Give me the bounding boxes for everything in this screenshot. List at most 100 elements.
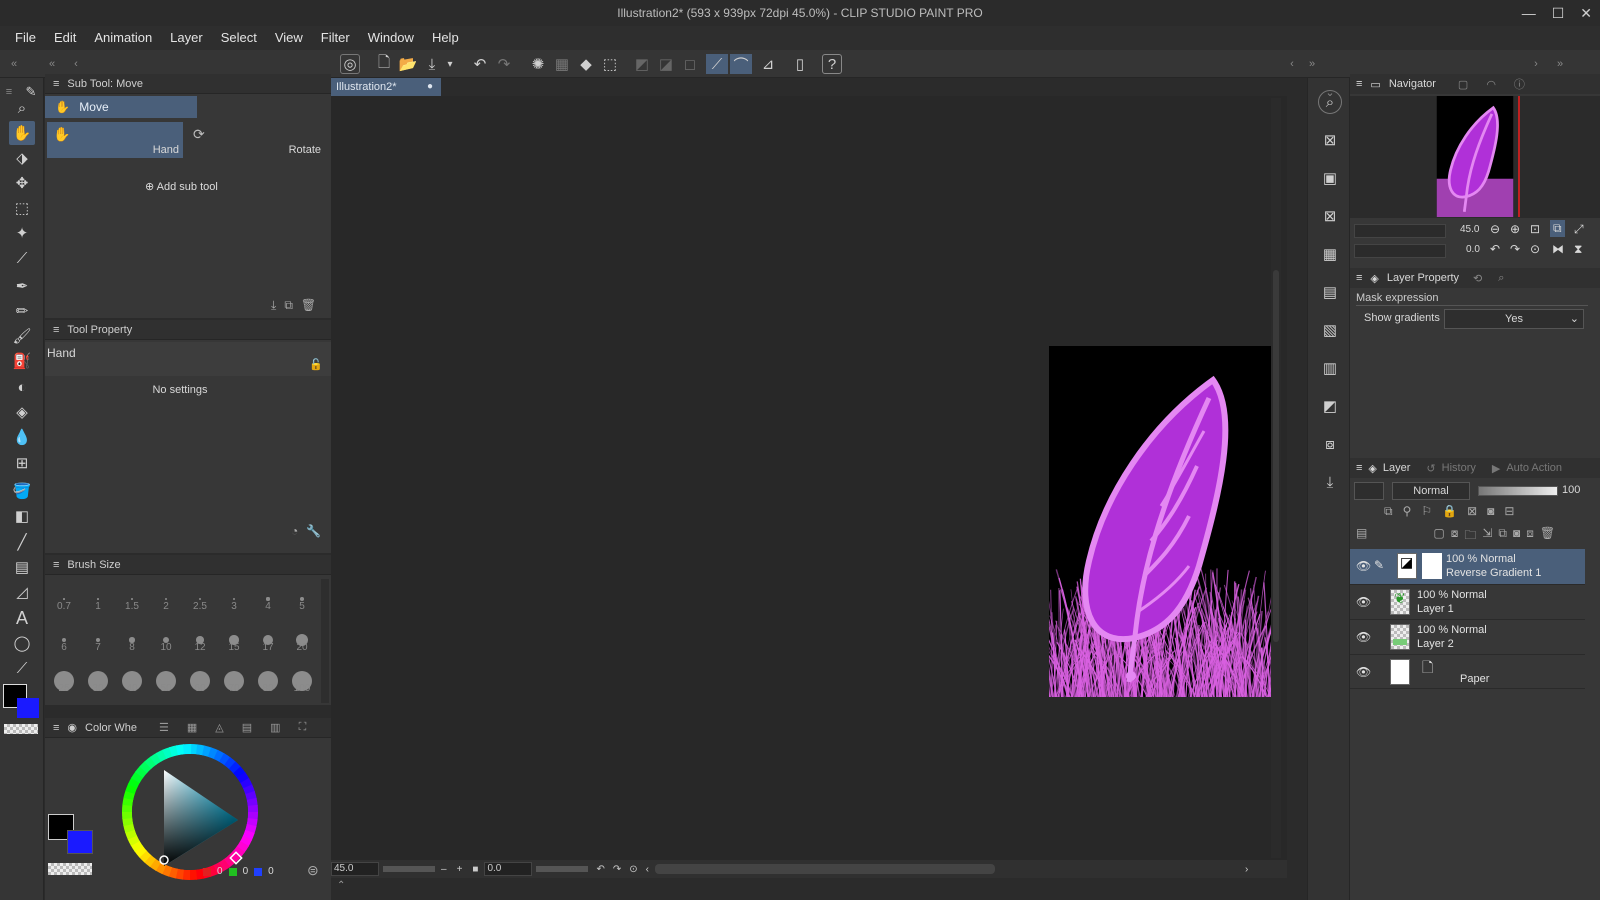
layer-tab-icon[interactable]: ◈: [1368, 462, 1376, 475]
frame-tool-icon[interactable]: ▤: [9, 555, 35, 579]
panel-menu-icon[interactable]: ≡: [53, 559, 59, 571]
decoration-tool-icon[interactable]: ◐: [9, 375, 35, 399]
navigator-title[interactable]: Navigator: [1389, 78, 1436, 90]
navigator-tab-icon[interactable]: ▭: [1370, 78, 1380, 91]
line-tool-icon[interactable]: ╱: [9, 530, 35, 554]
move-layer-tool-icon[interactable]: ✥: [9, 171, 35, 195]
sub-tool-rotate[interactable]: ⟳ Rotate: [187, 122, 327, 158]
navigator-panel-icon[interactable]: ⌕: [1318, 90, 1342, 114]
color-slider-tab-icon[interactable]: ▥: [270, 721, 280, 734]
layer-search-tab-icon[interactable]: ⟲: [1473, 272, 1482, 285]
brush-size-dot[interactable]: [97, 598, 99, 600]
zoom-out-icon[interactable]: –: [441, 864, 447, 875]
edit-pen-icon[interactable]: ✎: [1374, 558, 1384, 572]
auto-action-tab[interactable]: Auto Action: [1506, 462, 1562, 474]
panel-menu-icon[interactable]: ≡: [53, 324, 59, 336]
color-wheel[interactable]: [120, 742, 260, 882]
menu-file[interactable]: File: [6, 26, 45, 50]
flip-horizontal-icon[interactable]: ⧓: [1552, 242, 1564, 256]
layer-row-layer1[interactable]: 👁 ❦ 100 % Normal Layer 1: [1350, 584, 1585, 619]
scroll-right-icon[interactable]: ›: [1245, 864, 1248, 875]
angle-field[interactable]: 0.0: [484, 862, 533, 876]
material-manga-icon[interactable]: ▧: [1318, 318, 1342, 342]
canvas-vertical-scrollbar[interactable]: [1271, 98, 1281, 858]
selection-border-icon[interactable]: ◻: [680, 54, 700, 74]
blend-tool-icon[interactable]: 💧: [9, 425, 35, 449]
flip-vertical-icon[interactable]: ⧗: [1574, 242, 1582, 257]
undo-icon[interactable]: ↶: [470, 54, 490, 74]
settings-icon[interactable]: ◔: [291, 524, 298, 538]
panel-menu-icon[interactable]: ≡: [1356, 272, 1362, 284]
color-wheel-tab-icon[interactable]: ◉: [67, 721, 77, 734]
visibility-eye-icon[interactable]: 👁: [1356, 630, 1371, 644]
sub-tool-group-move[interactable]: ✋ Move: [45, 96, 197, 118]
color-wheel-title[interactable]: Color Whe: [85, 722, 137, 734]
fullscreen-icon[interactable]: ⤢: [1574, 222, 1584, 237]
color-set-tab-icon[interactable]: ▦: [187, 721, 197, 734]
layer-color-select[interactable]: [1354, 482, 1384, 500]
close-button[interactable]: ✕: [1580, 5, 1592, 22]
add-sub-tool-button[interactable]: ⊕ Add sub tool: [145, 180, 218, 193]
panel-menu-icon[interactable]: ≡: [1356, 462, 1362, 474]
airbrush-tool-icon[interactable]: ⛽: [9, 349, 35, 373]
history-tab-icon[interactable]: ↺: [1426, 462, 1435, 475]
rotate-left-icon[interactable]: ↶: [596, 864, 604, 875]
reference-layer-icon[interactable]: ⚲: [1403, 504, 1412, 524]
combine-layer-icon[interactable]: ⧉: [1498, 526, 1507, 546]
balloon-tool-icon[interactable]: ◯: [9, 631, 35, 655]
menu-animation[interactable]: Animation: [85, 26, 161, 50]
lock-transparency-icon[interactable]: ⊠: [1467, 504, 1477, 524]
duplicate-icon[interactable]: ⧉: [284, 298, 293, 313]
transparent-color-box[interactable]: [48, 863, 92, 875]
chevron-left-right-icon[interactable]: ‹: [1282, 54, 1302, 74]
pen-icon[interactable]: ✒: [9, 274, 35, 298]
artwork-canvas[interactable]: [1049, 346, 1271, 697]
visibility-eye-icon[interactable]: 👁: [1356, 595, 1371, 609]
layer-search-icon[interactable]: ⌕: [1498, 272, 1504, 285]
help-icon[interactable]: ?: [822, 54, 842, 74]
menu-select[interactable]: Select: [212, 26, 266, 50]
zoom-in-icon[interactable]: +: [457, 864, 463, 875]
mask-layer-icon[interactable]: ◙: [1513, 526, 1520, 546]
fit-window-icon[interactable]: ⧉: [1550, 220, 1565, 237]
approximate-color-tab-icon[interactable]: ◬: [215, 721, 223, 734]
history-tab[interactable]: History: [1442, 462, 1476, 474]
navigator-preview[interactable]: [1350, 96, 1600, 218]
expand-up-icon[interactable]: ⌃: [337, 880, 345, 891]
sub-view-tab-icon[interactable]: ▢: [1458, 78, 1468, 91]
layer-mask-thumbnail[interactable]: [1422, 553, 1442, 579]
eyedropper-tool-icon[interactable]: ⟋: [9, 246, 35, 270]
new-raster-layer-icon[interactable]: ▢: [1433, 526, 1444, 546]
wrench-icon[interactable]: 🔧: [306, 524, 321, 538]
lock-layer-icon[interactable]: 🔒: [1442, 504, 1457, 524]
layer-property-tab-icon[interactable]: ◈: [1370, 272, 1378, 285]
tab-modified-icon[interactable]: ●: [427, 78, 433, 96]
auto-action-tab-icon[interactable]: ▶: [1492, 462, 1500, 475]
menu-window[interactable]: Window: [359, 26, 423, 50]
layer-list-icon[interactable]: ▤: [1356, 526, 1367, 546]
zoom-slider[interactable]: [383, 866, 435, 872]
material-image-icon[interactable]: ▥: [1318, 356, 1342, 380]
rotate-right-icon[interactable]: ↷: [613, 864, 621, 875]
save-icon[interactable]: ⤓: [422, 54, 442, 74]
reset-rotation-icon[interactable]: ⊙: [629, 864, 637, 875]
layer-row-reverse-gradient[interactable]: 👁 ✎ ◪ 100 % Normal Reverse Gradient 1: [1350, 549, 1585, 584]
sub-view-panel-icon[interactable]: ⊠: [1318, 128, 1342, 152]
collapse-left-icon[interactable]: «: [4, 54, 24, 74]
menu-layer[interactable]: Layer: [161, 26, 212, 50]
clear-outside-icon[interactable]: ▦: [552, 54, 572, 74]
move-hand-tool-icon[interactable]: ✋: [9, 121, 35, 145]
visibility-eye-icon[interactable]: 👁: [1356, 665, 1371, 679]
eraser-tool-icon[interactable]: ◈: [9, 400, 35, 424]
material-brush-icon[interactable]: ⊠: [1318, 204, 1342, 228]
correct-line-tool-icon[interactable]: ⟋: [9, 656, 35, 680]
brush-size-dot[interactable]: [63, 598, 65, 600]
invert-selection-icon[interactable]: ◪: [656, 54, 676, 74]
color-history-tab-icon[interactable]: ▤: [242, 721, 252, 734]
color-mode-icon[interactable]: ⊜: [307, 862, 319, 879]
layer-property-title[interactable]: Layer Property: [1387, 272, 1459, 284]
collapse-panel-icon[interactable]: «: [42, 54, 62, 74]
sub-view-tab-icon[interactable]: ⛶: [299, 721, 307, 734]
zoom-field[interactable]: 45.0: [331, 862, 379, 876]
visibility-eye-icon[interactable]: 👁: [1356, 559, 1371, 573]
